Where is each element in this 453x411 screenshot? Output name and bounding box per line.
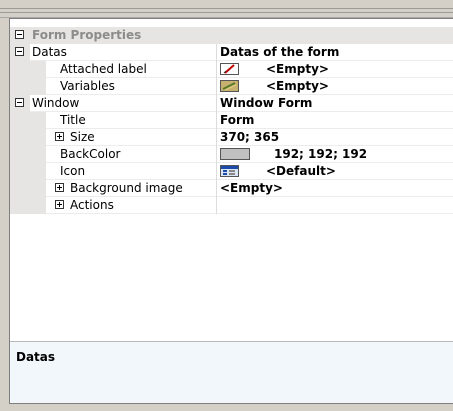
property-grid-frame: Form Properties Datas Datas of the form … (9, 18, 453, 404)
property-row-size[interactable]: Size 370; 365 (10, 129, 453, 146)
property-value[interactable]: <Default> (266, 164, 336, 179)
property-name: Icon (60, 164, 86, 178)
description-pane: Datas (10, 341, 453, 403)
window-top-bar (0, 0, 453, 18)
collapse-icon[interactable] (15, 98, 24, 107)
row-gutter (10, 78, 46, 95)
variables-icon (220, 80, 239, 92)
property-row-title[interactable]: Title Form (10, 112, 453, 129)
property-grid: Form Properties Datas Datas of the form … (10, 19, 453, 319)
category-label: Form Properties (32, 28, 142, 42)
property-name: Attached label (60, 62, 147, 76)
property-name: Size (70, 130, 95, 144)
row-gutter (10, 146, 46, 163)
column-separator (216, 129, 217, 146)
expand-icon[interactable] (55, 183, 64, 192)
color-swatch (220, 148, 250, 160)
column-separator (216, 146, 217, 163)
column-separator (216, 78, 217, 95)
property-row-datas[interactable]: Datas Datas of the form (10, 44, 453, 61)
property-name: Window (32, 96, 80, 110)
property-row-variables[interactable]: Variables <Empty> (10, 78, 453, 95)
property-name: Title (60, 113, 86, 127)
row-gutter (10, 163, 46, 180)
property-value[interactable]: <Empty> (266, 62, 329, 77)
property-value[interactable]: Datas of the form (220, 45, 339, 60)
row-gutter (10, 129, 46, 146)
collapse-icon[interactable] (15, 47, 24, 56)
description-title: Datas (16, 350, 56, 364)
column-separator (216, 61, 217, 78)
expand-icon[interactable] (55, 132, 64, 141)
row-gutter (10, 180, 46, 197)
property-name: Background image (70, 181, 183, 195)
property-row-backcolor[interactable]: BackColor 192; 192; 192 (10, 146, 453, 163)
property-row-window[interactable]: Window Window Form (10, 95, 453, 112)
row-gutter (10, 197, 46, 214)
property-row-attached-label[interactable]: Attached label <Empty> (10, 61, 453, 78)
column-separator (216, 95, 217, 112)
column-separator (216, 163, 217, 180)
window-bottom-bar (0, 404, 453, 411)
row-gutter (10, 61, 46, 78)
property-value[interactable]: Window Form (220, 96, 312, 111)
top-bar-line (0, 8, 453, 9)
form-window-icon (220, 165, 239, 177)
property-value[interactable]: <Empty> (266, 79, 329, 94)
label-pencil-icon (220, 63, 239, 75)
top-bar-line (0, 12, 453, 13)
property-value[interactable]: 370; 365 (220, 130, 279, 145)
expand-icon[interactable] (55, 200, 64, 209)
property-value[interactable]: <Empty> (220, 181, 283, 196)
column-separator (216, 44, 217, 61)
column-separator (216, 180, 217, 197)
property-value[interactable]: 192; 192; 192 (274, 147, 367, 162)
property-name: Variables (60, 79, 115, 93)
property-name: Datas (32, 45, 67, 59)
property-name: BackColor (60, 147, 121, 161)
property-row-actions[interactable]: Actions (10, 197, 453, 214)
column-separator (216, 112, 217, 129)
property-value[interactable]: Form (220, 113, 254, 128)
property-row-icon[interactable]: Icon <Default> (10, 163, 453, 180)
property-name: Actions (70, 198, 114, 212)
category-form-properties[interactable]: Form Properties (10, 27, 453, 44)
column-separator (216, 197, 217, 214)
collapse-icon[interactable] (15, 30, 24, 39)
property-row-background-image[interactable]: Background image <Empty> (10, 180, 453, 197)
row-gutter (10, 112, 46, 129)
